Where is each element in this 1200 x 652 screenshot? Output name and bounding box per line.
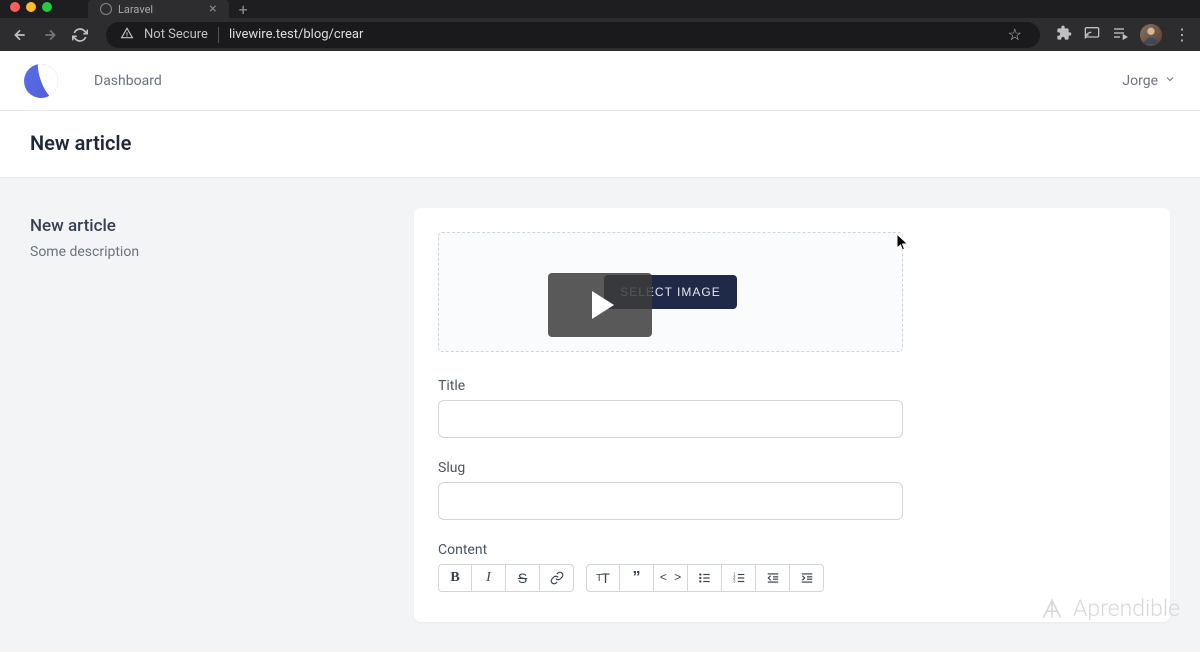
browser-chrome: Laravel × + Not Secure livewire.test/blo… xyxy=(0,0,1200,51)
slug-input[interactable] xyxy=(438,482,903,520)
app-logo[interactable] xyxy=(19,59,63,103)
not-secure-label: Not Secure xyxy=(144,27,208,42)
cast-icon[interactable] xyxy=(1084,25,1100,45)
page-title: New article xyxy=(30,131,1170,155)
content: New article Some description SELECT IMAG… xyxy=(0,178,1200,652)
reload-button[interactable] xyxy=(70,25,90,45)
playlist-icon[interactable] xyxy=(1112,25,1128,45)
italic-button[interactable]: I xyxy=(472,564,506,592)
editor-toolbar: B I S TT ” < > 123 xyxy=(438,564,903,592)
image-dropzone[interactable]: SELECT IMAGE xyxy=(438,232,903,352)
window-controls xyxy=(10,2,52,12)
url-text: livewire.test/blog/crear xyxy=(229,27,363,42)
section-info: New article Some description xyxy=(30,208,390,622)
editor-group-format: B I S xyxy=(438,564,574,592)
browser-menu-icon[interactable]: ⋮ xyxy=(1174,25,1190,44)
heading-button[interactable]: TT xyxy=(586,564,620,592)
address-bar[interactable]: Not Secure livewire.test/blog/crear ☆ xyxy=(106,22,1040,48)
window-close-icon[interactable] xyxy=(10,2,20,12)
not-secure-icon xyxy=(120,26,134,44)
user-menu[interactable]: Jorge xyxy=(1122,73,1176,89)
bullet-list-button[interactable] xyxy=(688,564,722,592)
chevron-down-icon xyxy=(1164,73,1176,89)
browser-toolbar: Not Secure livewire.test/blog/crear ☆ ⋮ xyxy=(0,18,1200,51)
tab-close-icon[interactable]: × xyxy=(209,1,216,17)
outdent-button[interactable] xyxy=(756,564,790,592)
form-card: SELECT IMAGE Title Slug Content B I S xyxy=(414,208,1170,622)
number-list-button[interactable]: 123 xyxy=(722,564,756,592)
strike-button[interactable]: S xyxy=(506,564,540,592)
title-field-group: Title xyxy=(438,378,903,438)
content-label: Content xyxy=(438,542,903,558)
tab-title: Laravel xyxy=(118,3,153,16)
title-input[interactable] xyxy=(438,400,903,438)
tab-favicon-icon xyxy=(100,3,112,15)
editor-group-block: TT ” < > 123 xyxy=(586,564,824,592)
back-button[interactable] xyxy=(10,25,30,45)
bookmark-star-icon[interactable]: ☆ xyxy=(1008,25,1022,44)
link-button[interactable] xyxy=(540,564,574,592)
nav-dashboard[interactable]: Dashboard xyxy=(94,73,162,89)
bold-button[interactable]: B xyxy=(438,564,472,592)
slug-field-group: Slug xyxy=(438,460,903,520)
section-description: Some description xyxy=(30,244,390,260)
browser-right-icons: ⋮ xyxy=(1056,24,1190,46)
video-play-overlay[interactable] xyxy=(548,273,652,337)
extensions-icon[interactable] xyxy=(1056,25,1072,45)
window-minimize-icon[interactable] xyxy=(26,2,36,12)
title-label: Title xyxy=(438,378,903,394)
user-name: Jorge xyxy=(1122,73,1158,89)
code-button[interactable]: < > xyxy=(654,564,688,592)
new-tab-icon[interactable]: + xyxy=(239,0,248,19)
content-field-group: Content B I S TT ” < > xyxy=(438,542,903,592)
tab-bar: Laravel × + xyxy=(0,0,1200,18)
svg-text:3: 3 xyxy=(733,579,736,584)
quote-button[interactable]: ” xyxy=(620,564,654,592)
indent-button[interactable] xyxy=(790,564,824,592)
address-divider xyxy=(218,27,219,43)
forward-button[interactable] xyxy=(40,25,60,45)
slug-label: Slug xyxy=(438,460,903,476)
app-nav: Dashboard Jorge xyxy=(0,51,1200,111)
browser-tab[interactable]: Laravel × xyxy=(88,0,229,18)
section-title: New article xyxy=(30,216,390,236)
window-maximize-icon[interactable] xyxy=(42,2,52,12)
profile-avatar[interactable] xyxy=(1140,24,1162,46)
page-header: New article xyxy=(0,111,1200,178)
